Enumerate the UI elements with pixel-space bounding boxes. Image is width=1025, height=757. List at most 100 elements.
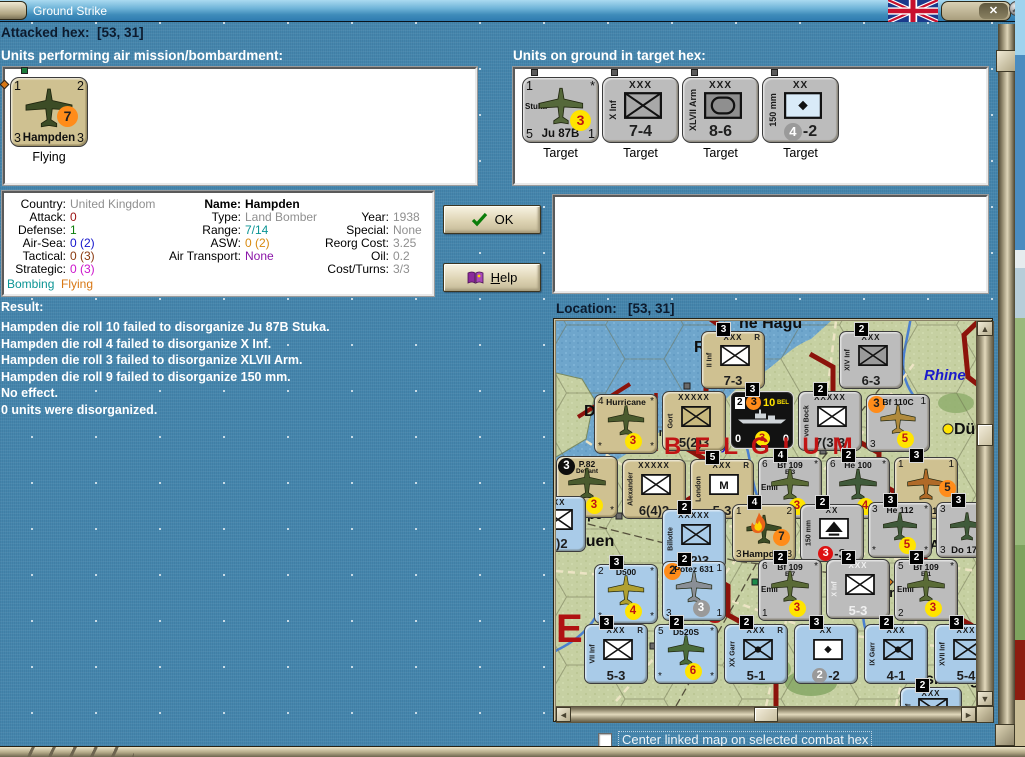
- unit-symbol-x-icon: [623, 92, 662, 119]
- counter-text: *: [710, 671, 714, 682]
- attacked-hex-value: [53, 31]: [97, 25, 144, 40]
- underlying-game-strip: [1015, 0, 1025, 757]
- unit-name: Do 17Z: [951, 545, 976, 556]
- map-unit-counter[interactable]: 2 Potez 631 1 3 1 3: [662, 561, 726, 621]
- map-unit-counter[interactable]: II Inf XXX R 7-3: [701, 331, 765, 389]
- stack-count: 2: [816, 496, 829, 509]
- help-button[interactable]: Help: [443, 263, 541, 292]
- rating-badge: 4: [624, 603, 642, 620]
- unit-name: Hampden: [22, 132, 76, 144]
- unit-name: Ju 87B: [541, 128, 580, 140]
- stack-count: 3: [910, 449, 923, 462]
- counter-text: 2: [735, 396, 745, 409]
- plane-icon: [907, 570, 945, 602]
- asw-label: ASW:: [210, 236, 241, 250]
- map-unit-counter[interactable]: 5Bf 109E-1*Emil23: [894, 559, 958, 621]
- symbol-holder: [952, 639, 976, 665]
- stack-count: 2: [670, 616, 683, 629]
- frame-corner-block: [995, 724, 1015, 746]
- right-frame-cap: [996, 50, 1016, 72]
- map-horizontal-scrollbar[interactable]: ◄ ►: [556, 706, 976, 723]
- unit-size-label: XXX: [848, 561, 868, 570]
- counter-text: *: [658, 671, 662, 682]
- map-unit-counter[interactable]: 4HurricaneI***3: [594, 394, 658, 454]
- unit-size-label: XX: [825, 506, 839, 515]
- scroll-down-icon[interactable]: ▼: [977, 691, 993, 706]
- panel-unit-counter[interactable]: XLVII Arm XXX 8-6: [682, 77, 759, 143]
- counter-text: -2: [828, 668, 840, 683]
- map-viewport[interactable]: BELGIUM EES he HaguRotterdaDoveremRhineD…: [556, 321, 976, 706]
- symbol-holder: [623, 92, 662, 124]
- result-block: Result: Hampden die roll 10 failed to di…: [1, 300, 546, 417]
- title-bar[interactable]: Ground Strike ✕: [0, 0, 1025, 22]
- map-unit-counter[interactable]: 5 D520S * * * 6: [654, 624, 718, 684]
- map-unit-counter[interactable]: XX 2 -2: [794, 624, 858, 684]
- map-unit-counter[interactable]: 3 He 112 * * * 5: [868, 502, 932, 558]
- year-label: Year:: [361, 210, 389, 224]
- unit-designation: XIV Inf: [844, 349, 852, 371]
- counter-text: *: [814, 561, 818, 572]
- map-unit-counter[interactable]: 33Do 17Z: [936, 502, 976, 558]
- stack-count: 2: [910, 551, 923, 564]
- oil-label: Oil:: [371, 249, 389, 263]
- defense-value: 1: [70, 223, 77, 237]
- map-unit-counter[interactable]: XIV Inf XXX 6-3: [839, 331, 903, 389]
- stack-dot-icon: [771, 69, 778, 76]
- vertical-scroll-thumb[interactable]: [977, 424, 993, 446]
- unit-designation: Alexander: [627, 472, 635, 506]
- map-unit-counter[interactable]: IX Garr XXX 4-1: [864, 624, 928, 684]
- stack-count: 3: [810, 616, 823, 629]
- horizontal-scroll-thumb[interactable]: [754, 707, 778, 722]
- scroll-right-icon[interactable]: ►: [961, 707, 976, 722]
- ok-button[interactable]: OK: [443, 205, 541, 234]
- type-value: Land Bomber: [245, 210, 318, 224]
- stack-dot-icon: [531, 69, 538, 76]
- defense-label: Defense:: [17, 223, 66, 237]
- costturns-value: 3/3: [393, 262, 410, 276]
- scroll-left-icon[interactable]: ◄: [556, 707, 571, 722]
- result-title: Result:: [1, 300, 44, 314]
- symbol-holder: [882, 639, 913, 665]
- counter-text: 1: [716, 563, 722, 574]
- panel-unit-counter[interactable]: 1 2 3 Hampden 3 7: [10, 77, 88, 147]
- unit-size-label: XXX: [861, 333, 881, 342]
- panel-unit-counter[interactable]: X Inf XXX 7-4: [602, 77, 679, 143]
- unit-symbol-xdot-icon: [742, 639, 773, 661]
- center-map-checkbox[interactable]: [598, 732, 612, 747]
- map-unit-counter[interactable]: XXX (6)2: [556, 496, 586, 552]
- map-unit-counter[interactable]: 6Bf 109E-7*Emil13: [758, 559, 822, 621]
- map-vertical-scrollbar[interactable]: ▲ ▼: [976, 321, 994, 706]
- status-bombing: Bombing: [7, 277, 55, 291]
- attacked-hex-line: Attacked hex: [53, 31]: [1, 25, 144, 40]
- scroll-up-icon[interactable]: ▲: [977, 321, 993, 336]
- panel-unit-counter[interactable]: 150 mm XX 4 -2: [762, 77, 839, 143]
- airtransport-value: None: [245, 249, 274, 263]
- rating-badge: 7: [773, 529, 790, 546]
- unit-designation: II Inf: [706, 352, 714, 368]
- map-unit-counter[interactable]: XX Garr XXX R 5-1: [724, 624, 788, 684]
- airsea-label: Air-Sea:: [22, 236, 66, 250]
- plane-icon: [607, 575, 645, 606]
- type-label: Type:: [211, 210, 241, 224]
- panel-unit-counter[interactable]: 1 * Stuka 5 Ju 87B 1 3: [522, 77, 599, 143]
- unit-designation: XX Garr: [729, 640, 737, 668]
- rating-badge: 5: [896, 431, 914, 448]
- counter-text: 3: [77, 131, 84, 145]
- map-unit-counter[interactable]: X Inf XXX 5-3: [826, 559, 890, 619]
- rating-badge: 3: [692, 600, 710, 617]
- result-line: 0 units were disorganized.: [1, 402, 158, 417]
- counter-text: 1: [948, 459, 954, 470]
- map-unit-counter[interactable]: BillotteXXXXX5(2)3: [662, 509, 726, 569]
- symbol-holder: M: [708, 474, 739, 500]
- map-unit-counter[interactable]: III InfXXX5-3: [900, 687, 962, 706]
- close-icon[interactable]: ✕: [979, 3, 1008, 19]
- map-unit-counter[interactable]: 2D500***4: [594, 564, 658, 624]
- unit-strength: 7-4: [628, 123, 653, 140]
- defenders-panel-title: Units on ground in target hex:: [513, 48, 706, 63]
- map-unit-counter[interactable]: VII Inf XXX R 5-3: [584, 624, 648, 684]
- map-unit-counter[interactable]: 3 Bf 110C 1 3 5: [866, 394, 930, 452]
- counter-text: 1: [762, 608, 768, 619]
- counter-text: *: [924, 545, 928, 556]
- symbol-holder: [556, 509, 573, 535]
- map-unit-counter[interactable]: XVII Inf XXX 5-4: [934, 624, 976, 684]
